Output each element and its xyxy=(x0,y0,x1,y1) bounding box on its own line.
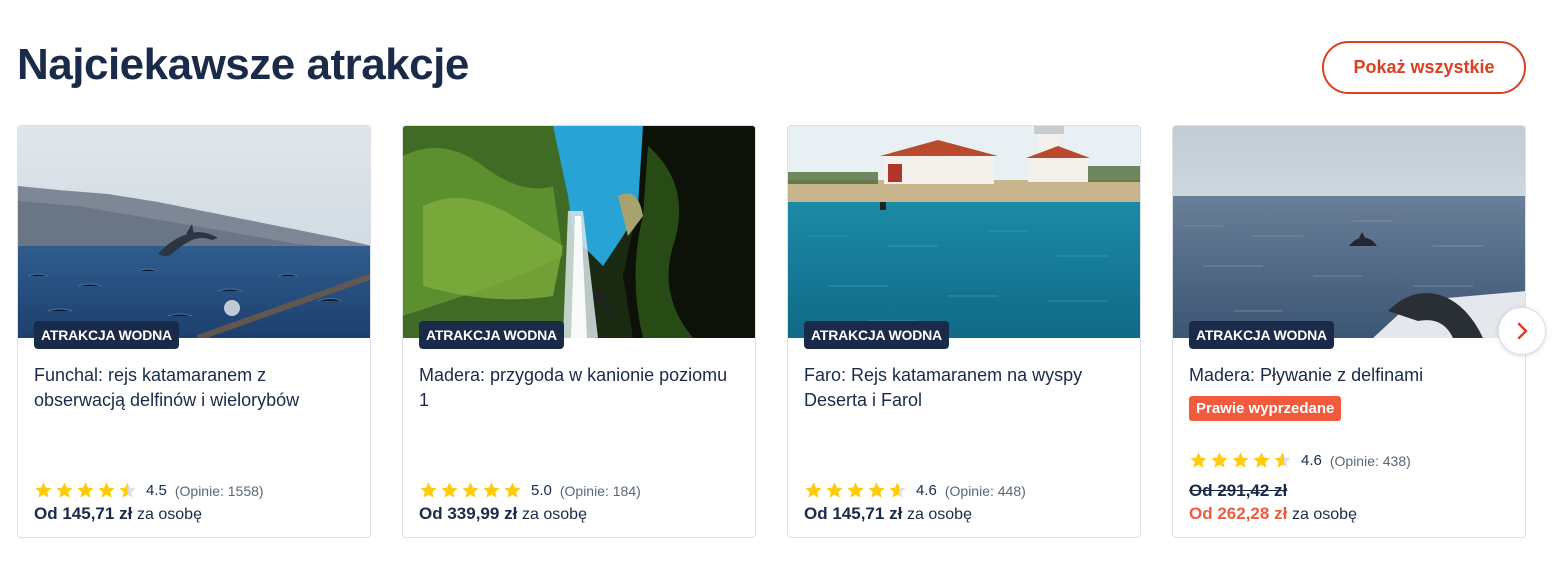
star-icon xyxy=(1211,452,1228,468)
price-suffix: za osobę xyxy=(522,506,587,523)
price: Od 339,99 zł za osobę xyxy=(419,504,587,524)
review-count: (Opinie: 1558) xyxy=(174,482,264,499)
price-value: 145,71 zł xyxy=(832,504,903,523)
card-title[interactable]: Madera: Pływanie z delfinami xyxy=(1189,363,1509,388)
price-prefix: Od xyxy=(419,504,443,523)
attraction-card[interactable]: ATRAKCJA WODNA Madera: przygoda w kanion… xyxy=(402,125,756,538)
card-title[interactable]: Funchal: rejs katamaranem z obserwacją d… xyxy=(34,363,354,413)
star-icon xyxy=(1232,452,1249,468)
star-icon xyxy=(1274,452,1291,468)
category-badge: ATRAKCJA WODNA xyxy=(419,321,564,349)
star-icon xyxy=(420,482,437,498)
category-badge: ATRAKCJA WODNA xyxy=(804,321,949,349)
price: Od 145,71 zł za osobę xyxy=(804,504,972,524)
star-icon xyxy=(98,482,115,498)
star-icon xyxy=(889,482,906,498)
price-value: 339,99 zł xyxy=(447,504,518,523)
review-count: (Opinie: 448) xyxy=(944,482,1026,499)
price-suffix: za osobę xyxy=(907,506,972,523)
price-value: 262,28 zł xyxy=(1217,504,1288,523)
review-count: (Opinie: 438) xyxy=(1329,452,1411,469)
page-title: Najciekawsze atrakcje xyxy=(17,40,469,89)
chevron-right-icon xyxy=(1517,322,1528,340)
star-icon xyxy=(483,482,500,498)
card-title[interactable]: Faro: Rejs katamaranem na wyspy Deserta … xyxy=(804,363,1124,413)
price-prefix: Od xyxy=(34,504,58,523)
original-price: Od 291,42 zł xyxy=(1189,481,1288,500)
star-icon xyxy=(805,482,822,498)
rating: 4.6 (Opinie: 448) xyxy=(804,481,1026,500)
star-icon xyxy=(1253,452,1270,468)
star-icon xyxy=(1190,452,1207,468)
star-icon xyxy=(56,482,73,498)
star-icon xyxy=(847,482,864,498)
dolphin-sea-boat-photo xyxy=(1173,126,1525,338)
category-badge: ATRAKCJA WODNA xyxy=(1189,321,1334,349)
star-rating xyxy=(804,481,909,500)
rating: 5.0 (Opinie: 184) xyxy=(419,481,641,500)
price-value: 145,71 zł xyxy=(62,504,133,523)
star-rating xyxy=(34,481,139,500)
category-badge: ATRAKCJA WODNA xyxy=(34,321,179,349)
price-prefix: Od xyxy=(804,504,828,523)
attraction-card[interactable]: ATRAKCJA WODNA Madera: Pływanie z delfin… xyxy=(1172,125,1526,538)
rating-score: 4.6 xyxy=(916,482,937,499)
sale-price: Od 262,28 zł za osobę xyxy=(1189,504,1357,524)
carousel-next-button[interactable] xyxy=(1498,307,1546,355)
attraction-card[interactable]: ATRAKCJA WODNA Funchal: rejs katamaranem… xyxy=(17,125,371,538)
star-icon xyxy=(35,482,52,498)
attraction-card[interactable]: ATRAKCJA WODNA Faro: Rejs katamaranem na… xyxy=(787,125,1141,538)
review-count: (Opinie: 184) xyxy=(559,482,641,499)
star-icon xyxy=(826,482,843,498)
rating-score: 5.0 xyxy=(531,482,552,499)
price-suffix: za osobę xyxy=(1292,506,1357,523)
star-icon xyxy=(119,482,136,498)
price-prefix: Od xyxy=(1189,504,1213,523)
rating-score: 4.6 xyxy=(1301,452,1322,469)
dolphin-jumping-sea-photo xyxy=(18,126,370,338)
star-rating xyxy=(419,481,524,500)
show-all-button[interactable]: Pokaż wszystkie xyxy=(1322,41,1526,94)
rating: 4.6 (Opinie: 438) xyxy=(1189,451,1411,470)
star-icon xyxy=(868,482,885,498)
star-icon xyxy=(462,482,479,498)
almost-sold-out-badge: Prawie wyprzedane xyxy=(1189,396,1342,421)
card-title[interactable]: Madera: przygoda w kanionie poziomu 1 xyxy=(419,363,739,413)
star-rating xyxy=(1189,451,1294,470)
price-suffix: za osobę xyxy=(137,506,202,523)
star-icon xyxy=(77,482,94,498)
rating: 4.5 (Opinie: 1558) xyxy=(34,481,264,500)
lighthouse-island-sea-photo xyxy=(788,126,1140,338)
star-icon xyxy=(504,482,521,498)
star-icon xyxy=(441,482,458,498)
canyon-waterfall-rappel-photo xyxy=(403,126,755,338)
rating-score: 4.5 xyxy=(146,482,167,499)
price: Od 145,71 zł za osobę xyxy=(34,504,202,524)
